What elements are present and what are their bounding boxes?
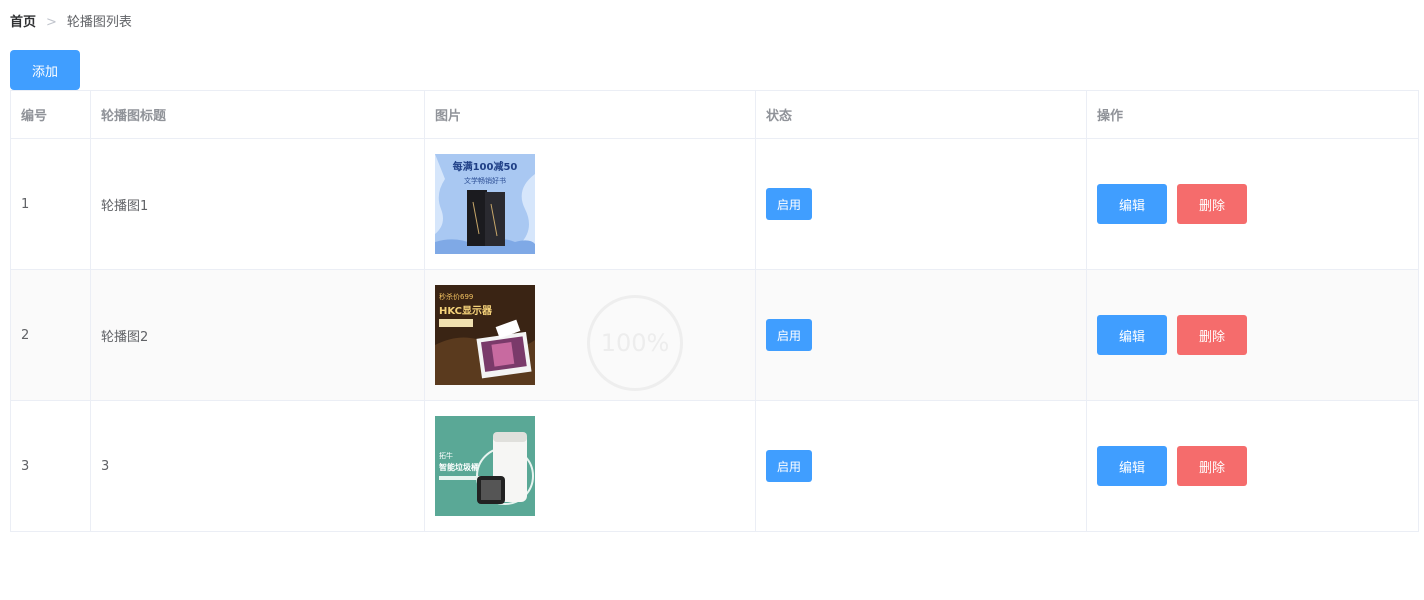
cell-title: 轮播图1 [90, 138, 425, 270]
cell-id: 2 [10, 269, 91, 401]
cell-status: 启用 [755, 269, 1087, 401]
add-button[interactable]: 添加 [10, 50, 80, 90]
table-row: 1 轮播图1 每满100减50 文学畅销好书 启用 编辑 删除 [10, 138, 1419, 270]
carousel-thumbnail-books: 每满100减50 文学畅销好书 [435, 154, 535, 254]
cell-id: 3 [10, 400, 91, 532]
cell-image: 每满100减50 文学畅销好书 [424, 138, 756, 270]
breadcrumb-separator: > [46, 15, 57, 30]
table-row: 2 轮播图2 秒杀价699 HKC显示器 启用 编辑 删除 [10, 269, 1419, 401]
column-header-id: 编号 [10, 90, 91, 139]
column-header-status: 状态 [755, 90, 1087, 139]
cell-actions: 编辑 删除 [1086, 138, 1419, 270]
svg-text:拓牛: 拓牛 [439, 451, 453, 460]
cell-actions: 编辑 删除 [1086, 400, 1419, 532]
edit-button[interactable]: 编辑 [1097, 446, 1167, 486]
column-header-actions: 操作 [1086, 90, 1419, 139]
cell-status: 启用 [755, 400, 1087, 532]
breadcrumb-current: 轮播图列表 [66, 15, 132, 30]
svg-text:文学畅销好书: 文学畅销好书 [464, 176, 506, 185]
cell-actions: 编辑 删除 [1086, 269, 1419, 401]
edit-button[interactable]: 编辑 [1097, 184, 1167, 224]
table-header-row: 编号 轮播图标题 图片 状态 操作 [10, 90, 1419, 139]
breadcrumb: 首页 > 轮播图列表 [10, 14, 132, 32]
svg-text:智能垃圾桶: 智能垃圾桶 [439, 462, 479, 472]
delete-button[interactable]: 删除 [1177, 446, 1247, 486]
status-toggle-button[interactable]: 启用 [766, 188, 812, 220]
edit-button[interactable]: 编辑 [1097, 315, 1167, 355]
delete-button[interactable]: 删除 [1177, 184, 1247, 224]
carousel-table: 编号 轮播图标题 图片 状态 操作 1 轮播图1 每满100减50 文学畅销好书 [10, 90, 1419, 532]
breadcrumb-home[interactable]: 首页 [10, 15, 36, 30]
cell-image: 秒杀价699 HKC显示器 [424, 269, 756, 401]
cell-image: 拓牛 智能垃圾桶 [424, 400, 756, 532]
column-header-title: 轮播图标题 [90, 90, 425, 139]
carousel-thumbnail-monitor: 秒杀价699 HKC显示器 [435, 285, 535, 385]
carousel-thumbnail-trash-can: 拓牛 智能垃圾桶 [435, 416, 535, 516]
delete-button[interactable]: 删除 [1177, 315, 1247, 355]
svg-text:每满100减50: 每满100减50 [453, 160, 518, 173]
cell-title: 3 [90, 400, 425, 532]
cell-status: 启用 [755, 138, 1087, 270]
svg-text:HKC显示器: HKC显示器 [439, 305, 493, 317]
column-header-image: 图片 [424, 90, 756, 139]
table-row: 3 3 拓牛 智能垃圾桶 启用 编辑 删除 [10, 400, 1419, 532]
cell-title: 轮播图2 [90, 269, 425, 401]
status-toggle-button[interactable]: 启用 [766, 450, 812, 482]
svg-text:秒杀价699: 秒杀价699 [439, 292, 473, 301]
cell-id: 1 [10, 138, 91, 270]
status-toggle-button[interactable]: 启用 [766, 319, 812, 351]
